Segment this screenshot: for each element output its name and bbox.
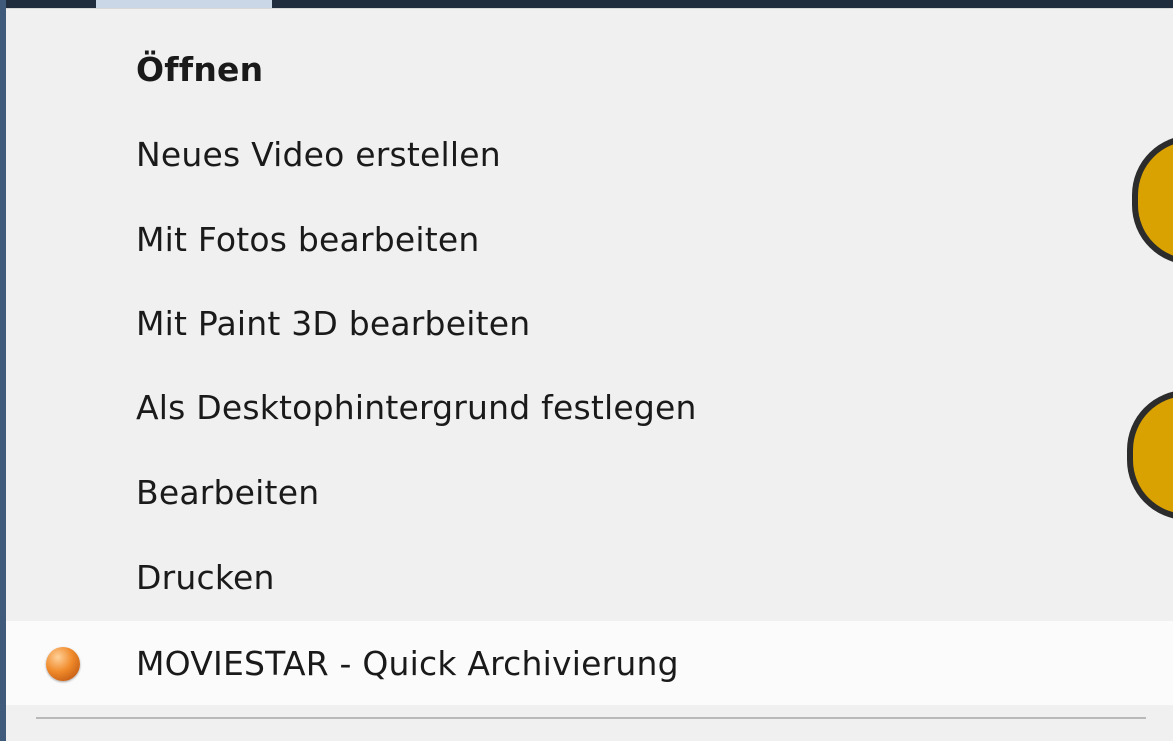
moviestar-orb-icon xyxy=(46,647,80,681)
menu-item-set-desktop-background[interactable]: Als Desktophintergrund festlegen xyxy=(6,365,1173,449)
menu-item-create-video[interactable]: Neues Video erstellen xyxy=(6,112,1173,196)
menu-item-label: Öffnen xyxy=(136,49,264,89)
menu-item-label: Mit Paint 3D bearbeiten xyxy=(136,303,531,343)
menu-item-label: Mit Fotos bearbeiten xyxy=(136,219,480,259)
menu-item-label: MOVIESTAR - Quick Archivierung xyxy=(136,643,679,683)
menu-item-edit-with-paint3d[interactable]: Mit Paint 3D bearbeiten xyxy=(6,281,1173,365)
window-top-edge xyxy=(0,0,1173,8)
menu-item-label: Drucken xyxy=(136,557,275,597)
context-menu: Öffnen Neues Video erstellen Mit Fotos b… xyxy=(6,8,1173,741)
menu-item-edit-with-photos[interactable]: Mit Fotos bearbeiten xyxy=(6,197,1173,281)
menu-item-label: Bearbeiten xyxy=(136,472,320,512)
menu-item-label: Neues Video erstellen xyxy=(136,134,501,174)
menu-item-moviestar-quick-archive[interactable]: MOVIESTAR - Quick Archivierung xyxy=(6,621,1173,705)
menu-separator xyxy=(36,717,1146,719)
menu-item-edit[interactable]: Bearbeiten xyxy=(6,450,1173,534)
window-tab-accent xyxy=(96,0,272,8)
menu-item-label: Als Desktophintergrund festlegen xyxy=(136,387,697,427)
menu-item-print[interactable]: Drucken xyxy=(6,535,1173,619)
menu-item-open[interactable]: Öffnen xyxy=(6,27,1173,111)
screenshot-stage: Öffnen Neues Video erstellen Mit Fotos b… xyxy=(0,0,1173,741)
